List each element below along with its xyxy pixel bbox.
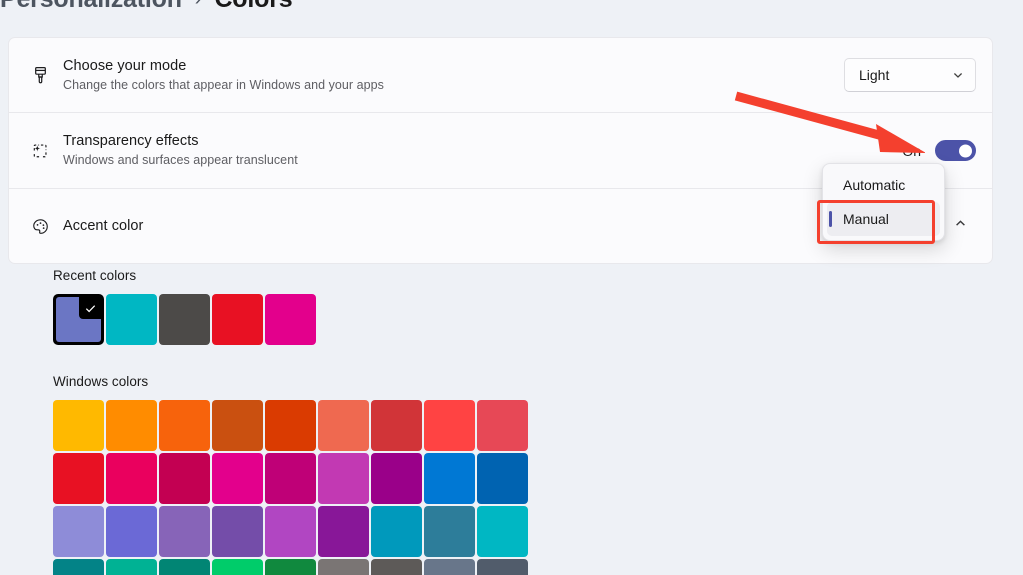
setting-text-group: Transparency effects Windows and surface… bbox=[59, 132, 902, 169]
windows-color-swatch[interactable] bbox=[159, 453, 210, 504]
transparency-effects-toggle[interactable] bbox=[935, 140, 976, 161]
page-title: Colors bbox=[214, 0, 292, 14]
windows-color-swatch[interactable] bbox=[106, 400, 157, 451]
windows-color-swatch[interactable] bbox=[424, 400, 475, 451]
windows-color-swatch[interactable] bbox=[53, 506, 104, 557]
windows-color-swatch[interactable] bbox=[424, 506, 475, 557]
windows-color-swatch[interactable] bbox=[53, 400, 104, 451]
recent-color-swatch[interactable] bbox=[159, 294, 210, 345]
swatch-fill bbox=[56, 297, 101, 342]
windows-colors-section: Windows colors bbox=[53, 374, 532, 575]
chevron-down-icon bbox=[952, 69, 964, 81]
breadcrumb-link-personalization[interactable]: Personalization bbox=[0, 0, 182, 14]
palette-icon bbox=[21, 216, 59, 237]
choose-mode-value: Light bbox=[859, 67, 890, 83]
setting-title: Choose your mode bbox=[63, 57, 187, 74]
recent-color-swatch[interactable] bbox=[106, 294, 157, 345]
windows-color-swatch[interactable] bbox=[318, 559, 369, 575]
windows-color-swatch[interactable] bbox=[371, 506, 422, 557]
windows-color-swatch[interactable] bbox=[159, 559, 210, 575]
setting-title: Accent color bbox=[63, 218, 144, 234]
windows-color-swatch[interactable] bbox=[53, 453, 104, 504]
windows-colors-heading: Windows colors bbox=[53, 374, 149, 389]
paintbrush-icon bbox=[21, 65, 59, 86]
windows-color-swatch[interactable] bbox=[159, 400, 210, 451]
windows-color-swatch[interactable] bbox=[106, 453, 157, 504]
choose-mode-dropdown-flyout: Automatic Manual bbox=[822, 163, 945, 241]
setting-text-group: Accent color bbox=[59, 217, 944, 235]
windows-color-swatch[interactable] bbox=[159, 506, 210, 557]
windows-color-swatch[interactable] bbox=[477, 559, 528, 575]
windows-color-swatch[interactable] bbox=[371, 453, 422, 504]
breadcrumb-separator-icon: › bbox=[195, 0, 202, 11]
windows-color-swatch[interactable] bbox=[371, 559, 422, 575]
settings-content: Choose your mode Change the colors that … bbox=[0, 16, 1023, 575]
recent-color-swatch[interactable] bbox=[212, 294, 263, 345]
choose-mode-combobox[interactable]: Light bbox=[844, 58, 976, 92]
transparency-toggle-state-label: On bbox=[902, 142, 921, 159]
windows-color-swatch[interactable] bbox=[106, 506, 157, 557]
windows-color-swatch[interactable] bbox=[371, 400, 422, 451]
toggle-knob bbox=[959, 144, 972, 157]
windows-color-swatch[interactable] bbox=[265, 453, 316, 504]
recent-color-swatch[interactable] bbox=[265, 294, 316, 345]
settings-colors-page: Personalization › Colors Choose your mod… bbox=[0, 0, 1023, 575]
windows-color-swatch[interactable] bbox=[265, 559, 316, 575]
windows-color-swatch[interactable] bbox=[106, 559, 157, 575]
dropdown-option-manual[interactable]: Manual bbox=[827, 202, 940, 236]
dropdown-option-automatic[interactable]: Automatic bbox=[827, 168, 940, 202]
setting-title: Transparency effects bbox=[63, 133, 199, 149]
windows-color-swatch[interactable] bbox=[318, 453, 369, 504]
checkmark-icon bbox=[79, 297, 101, 319]
accent-color-expander-button[interactable] bbox=[944, 210, 976, 242]
transparency-sparkle-icon bbox=[21, 140, 59, 162]
recent-colors-grid bbox=[53, 294, 316, 345]
setting-subtitle: Windows and surfaces appear translucent bbox=[63, 153, 298, 167]
windows-color-swatch[interactable] bbox=[212, 506, 263, 557]
windows-color-swatch[interactable] bbox=[53, 559, 104, 575]
windows-color-swatch[interactable] bbox=[318, 506, 369, 557]
breadcrumb: Personalization › Colors bbox=[0, 0, 1023, 16]
windows-color-swatch[interactable] bbox=[265, 506, 316, 557]
recent-color-swatch[interactable] bbox=[53, 294, 104, 345]
windows-color-swatch[interactable] bbox=[424, 559, 475, 575]
setting-subtitle: Change the colors that appear in Windows… bbox=[63, 77, 384, 92]
windows-color-swatch[interactable] bbox=[477, 506, 528, 557]
chevron-up-icon bbox=[954, 217, 967, 235]
windows-color-swatch[interactable] bbox=[318, 400, 369, 451]
recent-colors-section: Recent colors bbox=[53, 268, 316, 345]
setting-text-group: Choose your mode Change the colors that … bbox=[59, 57, 844, 94]
windows-color-swatch[interactable] bbox=[477, 453, 528, 504]
windows-color-swatch[interactable] bbox=[212, 559, 263, 575]
windows-color-swatch[interactable] bbox=[212, 400, 263, 451]
windows-color-swatch[interactable] bbox=[424, 453, 475, 504]
windows-color-swatch[interactable] bbox=[477, 400, 528, 451]
setting-row-choose-your-mode: Choose your mode Change the colors that … bbox=[8, 37, 993, 112]
recent-colors-heading: Recent colors bbox=[53, 268, 137, 283]
windows-color-swatch[interactable] bbox=[265, 400, 316, 451]
windows-colors-grid bbox=[53, 400, 532, 575]
windows-color-swatch[interactable] bbox=[212, 453, 263, 504]
